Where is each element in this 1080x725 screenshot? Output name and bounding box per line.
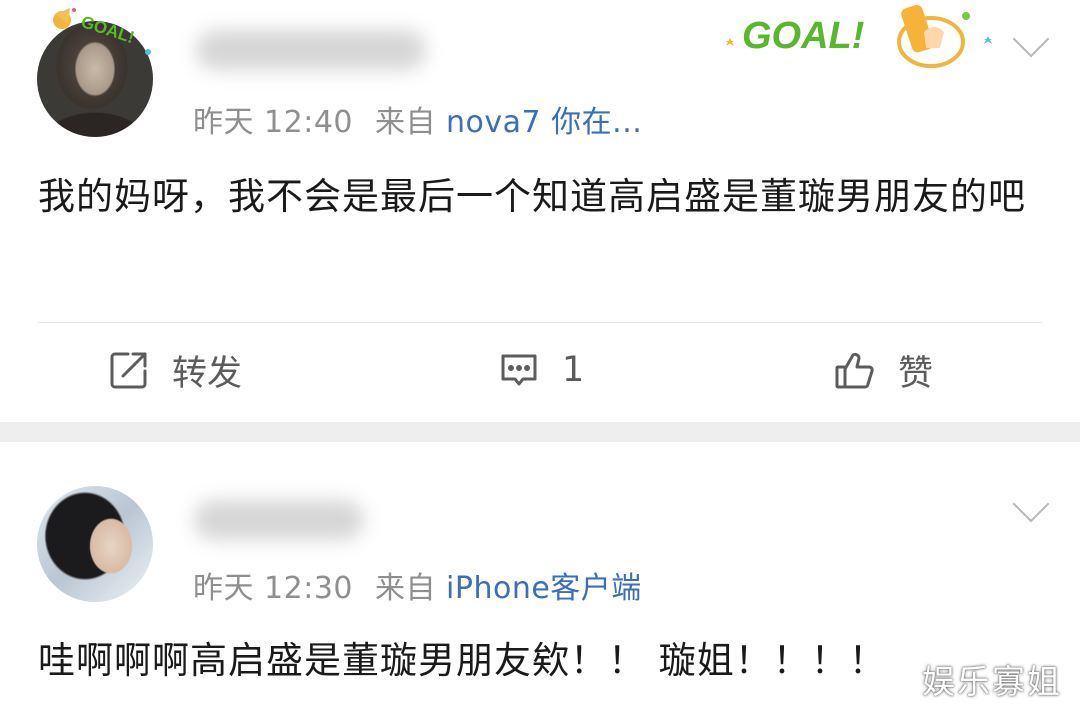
username-blurred[interactable] — [194, 500, 364, 540]
repost-label: 转发 — [172, 353, 243, 394]
goal-badge-icon: GOAL! — [726, 4, 992, 68]
post-time: 昨天 12:40 — [193, 105, 353, 140]
post-text: 哇啊啊啊高启盛是董璇男朋友欸！！ 璇姐！！！！ — [38, 639, 887, 682]
username-blurred[interactable] — [196, 30, 426, 70]
repost-icon — [110, 352, 147, 389]
post-meta: 昨天 12:30 来自 iPhone客户端 — [193, 563, 642, 607]
comment-count: 1 — [562, 350, 585, 390]
post-source-link[interactable]: iPhone客户端 — [446, 571, 642, 606]
post-text: 我的妈呀，我不会是最后一个知道高启盛是董璇男朋友的吧 — [38, 175, 1026, 218]
like-button[interactable]: 赞 — [834, 347, 934, 394]
post-meta: 昨天 12:40 来自 nova7 你在... — [193, 97, 642, 141]
comment-card: GOAL! GOAL! 昨天 12:40 来自 nova7 你在... 我的妈呀，… — [0, 0, 1080, 422]
like-label: 赞 — [898, 353, 934, 394]
post-source-link[interactable]: nova7 你在... — [446, 105, 642, 140]
divider — [38, 322, 1042, 323]
chevron-down-icon[interactable] — [1012, 485, 1050, 523]
post-time: 昨天 12:30 — [193, 571, 353, 606]
repost-button[interactable]: 转发 — [108, 347, 243, 394]
avatar[interactable] — [37, 486, 153, 602]
chevron-down-icon[interactable] — [1012, 20, 1050, 58]
svg-text:GOAL!: GOAL! — [79, 12, 137, 47]
comment-icon — [501, 354, 537, 386]
comment-button[interactable]: 1 — [498, 347, 584, 393]
from-label: 来自 — [375, 105, 436, 140]
goal-badge-icon: GOAL! — [53, 8, 151, 55]
from-label: 来自 — [375, 571, 436, 606]
svg-text:GOAL!: GOAL! — [742, 15, 864, 57]
like-icon — [835, 352, 874, 389]
watermark: 娱乐寡姐 — [922, 662, 1062, 701]
post-separator — [0, 422, 1080, 442]
